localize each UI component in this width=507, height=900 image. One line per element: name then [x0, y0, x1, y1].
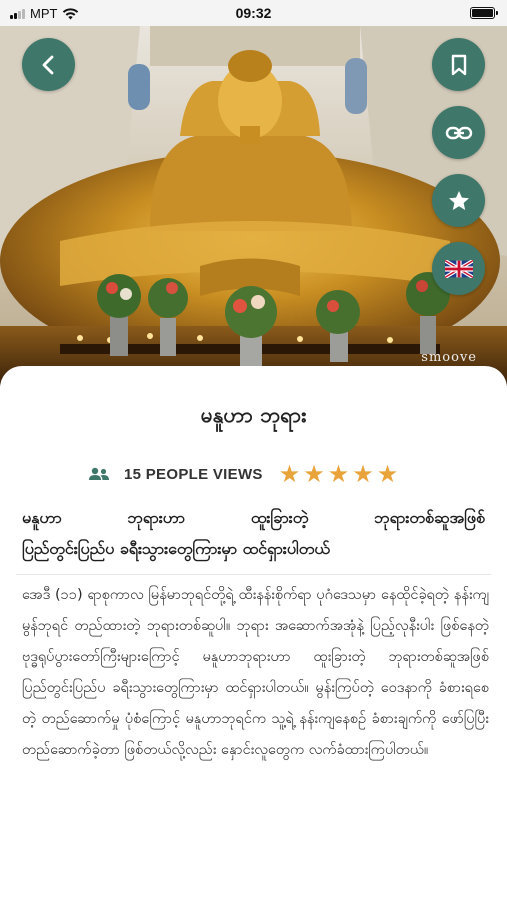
link-icon	[445, 126, 472, 139]
battery-icon	[470, 7, 498, 19]
star-icon: ★	[278, 460, 301, 488]
people-icon	[89, 467, 109, 480]
bookmark-icon	[451, 54, 466, 75]
detail-card: မနူဟာ ဘုရား 15 PEOPLE VIEWS ★ ★ ★ ★ ★ မန…	[0, 366, 507, 900]
place-title: မနူဟာ ဘုရား	[200, 403, 307, 427]
favorite-button[interactable]	[432, 174, 485, 227]
views-rating-row: 15 PEOPLE VIEWS ★ ★ ★ ★ ★	[88, 462, 398, 486]
divider	[16, 574, 491, 575]
status-bar: MPT 09:32	[0, 0, 507, 26]
bookmark-button[interactable]	[432, 38, 485, 91]
star-icon: ★	[303, 460, 325, 488]
place-description: အေဒီ (၁၁) ရာစုကာလ မြန်မာဘုရင်တို့ရဲ့ ထီး…	[22, 587, 489, 758]
star-icon: ★	[352, 460, 374, 488]
buddha-statue-image	[0, 26, 507, 386]
back-icon	[42, 55, 53, 74]
rating-stars: ★ ★ ★ ★ ★	[279, 462, 399, 486]
status-time: 09:32	[235, 5, 272, 21]
place-subtitle-line-2: ပြည်တွင်းပြည်ပ ခရီးသွားတွေကြားမှာ ထင်ရှာ…	[22, 539, 330, 558]
star-icon: ★	[327, 460, 350, 488]
photo-watermark: smoove	[421, 350, 477, 365]
star-icon	[448, 190, 469, 210]
back-button[interactable]	[22, 38, 75, 91]
share-link-button[interactable]	[432, 106, 485, 159]
hero-image: smoove	[0, 26, 507, 386]
star-icon: ★	[376, 460, 399, 488]
language-button[interactable]	[432, 242, 485, 295]
views-count: 15 PEOPLE VIEWS	[124, 465, 263, 483]
uk-flag-icon	[444, 259, 473, 278]
place-subtitle-line-1: မနူဟာ ဘုရားဟာ ထူးခြားတဲ့ ဘုရားတစ်ဆူအဖြစ်	[22, 508, 485, 527]
